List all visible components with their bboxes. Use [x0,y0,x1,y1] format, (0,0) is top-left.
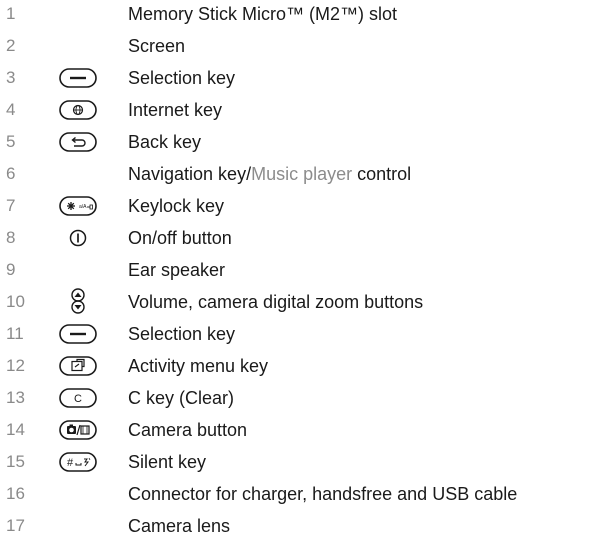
item-number: 4 [6,100,16,119]
item-number: 1 [6,4,16,23]
legend-row-5: 5 Back key [0,130,597,154]
item-number: 3 [6,68,16,87]
item-label: Volume, camera digital zoom buttons [128,292,424,312]
item-number: 17 [6,516,25,535]
legend-row-11: 11 Selection key [0,322,597,346]
legend-row-7: 7 a/A Keylock key [0,194,597,218]
internet-key-icon [58,98,98,122]
legend-row-6: 6 Navigation key/Music player control [0,162,597,186]
back-key-icon [58,130,98,154]
keylock-key-icon: a/A [58,194,98,218]
silent-hash-glyph: # [67,457,74,469]
legend-row-4: 4 Internet key [0,98,597,122]
c-key-glyph: C [74,393,82,405]
item-number: 10 [6,292,25,311]
silent-key-icon: # [58,450,98,474]
legend-row-1: 1 Memory Stick Micro™ (M2™) slot [0,2,597,26]
legend-row-3: 3 Selection key [0,66,597,90]
item-label: Silent key [128,452,207,472]
activity-menu-key-icon [58,354,98,378]
legend-row-9: 9 Ear speaker [0,258,597,282]
item-label: Keylock key [128,196,225,216]
item-number: 2 [6,36,16,55]
label-text: control [352,164,412,184]
keylock-small-label: a/A [79,204,87,210]
item-number: 16 [6,484,25,503]
legend-row-2: 2 Screen [0,34,597,58]
item-label: Internet key [128,100,223,120]
item-number: 9 [6,260,16,279]
item-number: 6 [6,164,16,183]
legend-row-17: 17 Camera lens [0,514,597,538]
item-label: Navigation key/Music player control [128,162,411,186]
item-label: Ear speaker [128,260,226,280]
item-number: 7 [6,196,16,215]
legend-row-16: 16 Connector for charger, handsfree and … [0,482,597,506]
camera-button-icon [58,418,98,442]
item-number: 5 [6,132,16,151]
item-number: 12 [6,356,25,375]
label-text: Navigation key/ [128,164,252,184]
legend-row-10: 10 Volume, camera digital zoom buttons [0,288,597,314]
legend-row-14: 14 Camera button [0,418,597,442]
item-label: Selection key [128,68,236,88]
item-label: Camera button [128,420,248,440]
item-label: On/off button [128,228,232,248]
item-number: 13 [6,388,25,407]
selection-key-icon [58,322,98,346]
item-number: 8 [6,228,16,247]
item-label: C key (Clear) [128,388,235,408]
music-player-link[interactable]: Music player [251,164,352,184]
item-label: Screen [128,36,186,56]
item-label: Back key [128,132,202,152]
c-key-icon: C [58,386,98,410]
legend-row-12: 12 Activity menu key [0,354,597,378]
item-number: 11 [6,324,24,343]
item-number: 14 [6,420,25,439]
legend-row-8: 8 On/off button [0,226,597,250]
item-label: Connector for charger, handsfree and USB… [128,484,518,504]
item-label: Memory Stick Micro™ (M2™) slot [128,4,398,24]
item-label: Camera lens [128,516,231,536]
legend-row-15: 15 # Silent key [0,450,597,474]
item-label: Activity menu key [128,356,269,376]
power-icon [58,226,98,250]
legend-row-13: 13 C C key (Clear) [0,386,597,410]
selection-key-icon [58,66,98,90]
volume-buttons-icon [58,288,98,314]
item-number: 15 [6,452,25,471]
item-label: Selection key [128,324,236,344]
